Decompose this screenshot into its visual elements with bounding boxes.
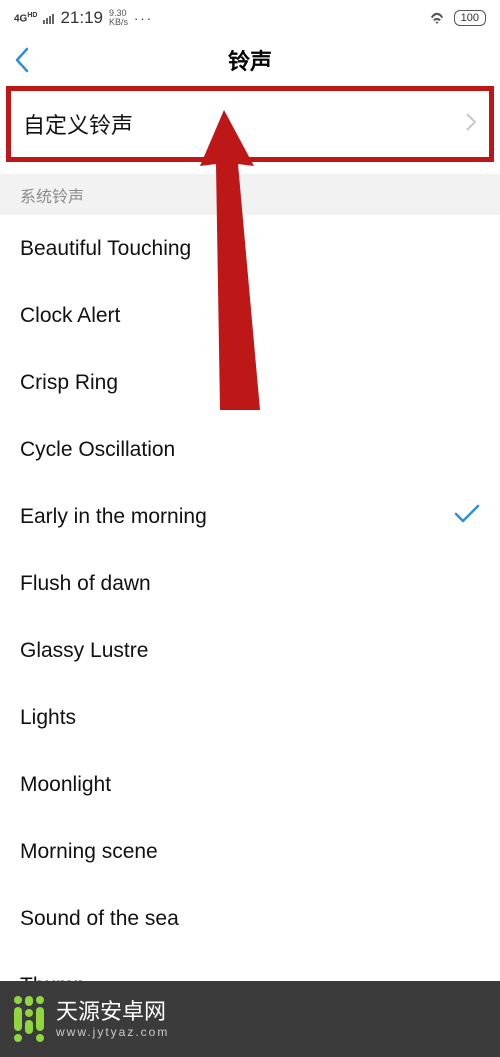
status-bar: 4GHD 21:19 9.30 KB/s ··· 100	[0, 0, 500, 36]
page-title: 铃声	[228, 44, 272, 76]
more-dots-icon: ···	[134, 11, 153, 26]
ringtone-list: Beautiful Touching Clock Alert Crisp Rin…	[0, 215, 500, 1019]
ringtone-label: Beautiful Touching	[20, 237, 191, 261]
ringtone-row[interactable]: Moonlight	[20, 751, 480, 818]
ringtone-label: Crisp Ring	[20, 371, 118, 395]
brand-logo-icon	[14, 996, 44, 1042]
checkmark-icon	[454, 504, 480, 530]
custom-ringtone-label: 自定义铃声	[23, 108, 133, 140]
signal-bars-icon	[43, 12, 54, 24]
net-speed: 9.30 KB/s	[109, 9, 128, 27]
ringtone-label: Moonlight	[20, 773, 111, 797]
chevron-right-icon	[465, 112, 477, 137]
brand-url: www.jytyaz.com	[56, 1025, 169, 1039]
clock-time: 21:19	[60, 8, 103, 28]
battery-indicator: 100	[454, 10, 486, 26]
ringtone-row[interactable]: Glassy Lustre	[20, 617, 480, 684]
ringtone-label: Lights	[20, 706, 76, 730]
ringtone-row[interactable]: Cycle Oscillation	[20, 416, 480, 483]
ringtone-row[interactable]: Beautiful Touching	[20, 215, 480, 282]
ringtone-label: Glassy Lustre	[20, 639, 148, 663]
watermark-footer: 天源安卓网 www.jytyaz.com	[0, 981, 500, 1057]
ringtone-label: Morning scene	[20, 840, 158, 864]
back-button[interactable]	[14, 36, 30, 84]
ringtone-row[interactable]: Crisp Ring	[20, 349, 480, 416]
ringtone-row[interactable]: Lights	[20, 684, 480, 751]
ringtone-row[interactable]: Clock Alert	[20, 282, 480, 349]
network-indicator: 4GHD	[14, 11, 37, 24]
ringtone-row[interactable]: Sound of the sea	[20, 885, 480, 952]
ringtone-label: Clock Alert	[20, 304, 120, 328]
system-ringtone-header: 系统铃声	[0, 174, 500, 215]
ringtone-label: Sound of the sea	[20, 907, 179, 931]
ringtone-row[interactable]: Early in the morning	[20, 483, 480, 550]
ringtone-label: Flush of dawn	[20, 572, 151, 596]
back-chevron-icon	[14, 47, 30, 73]
ringtone-label: Early in the morning	[20, 505, 207, 529]
page-header: 铃声	[0, 36, 500, 84]
ringtone-row[interactable]: Flush of dawn	[20, 550, 480, 617]
brand-name: 天源安卓网	[56, 999, 169, 1025]
ringtone-label: Cycle Oscillation	[20, 438, 175, 462]
ringtone-row[interactable]: Morning scene	[20, 818, 480, 885]
wifi-icon	[428, 11, 446, 25]
custom-ringtone-row[interactable]: 自定义铃声	[6, 86, 494, 162]
